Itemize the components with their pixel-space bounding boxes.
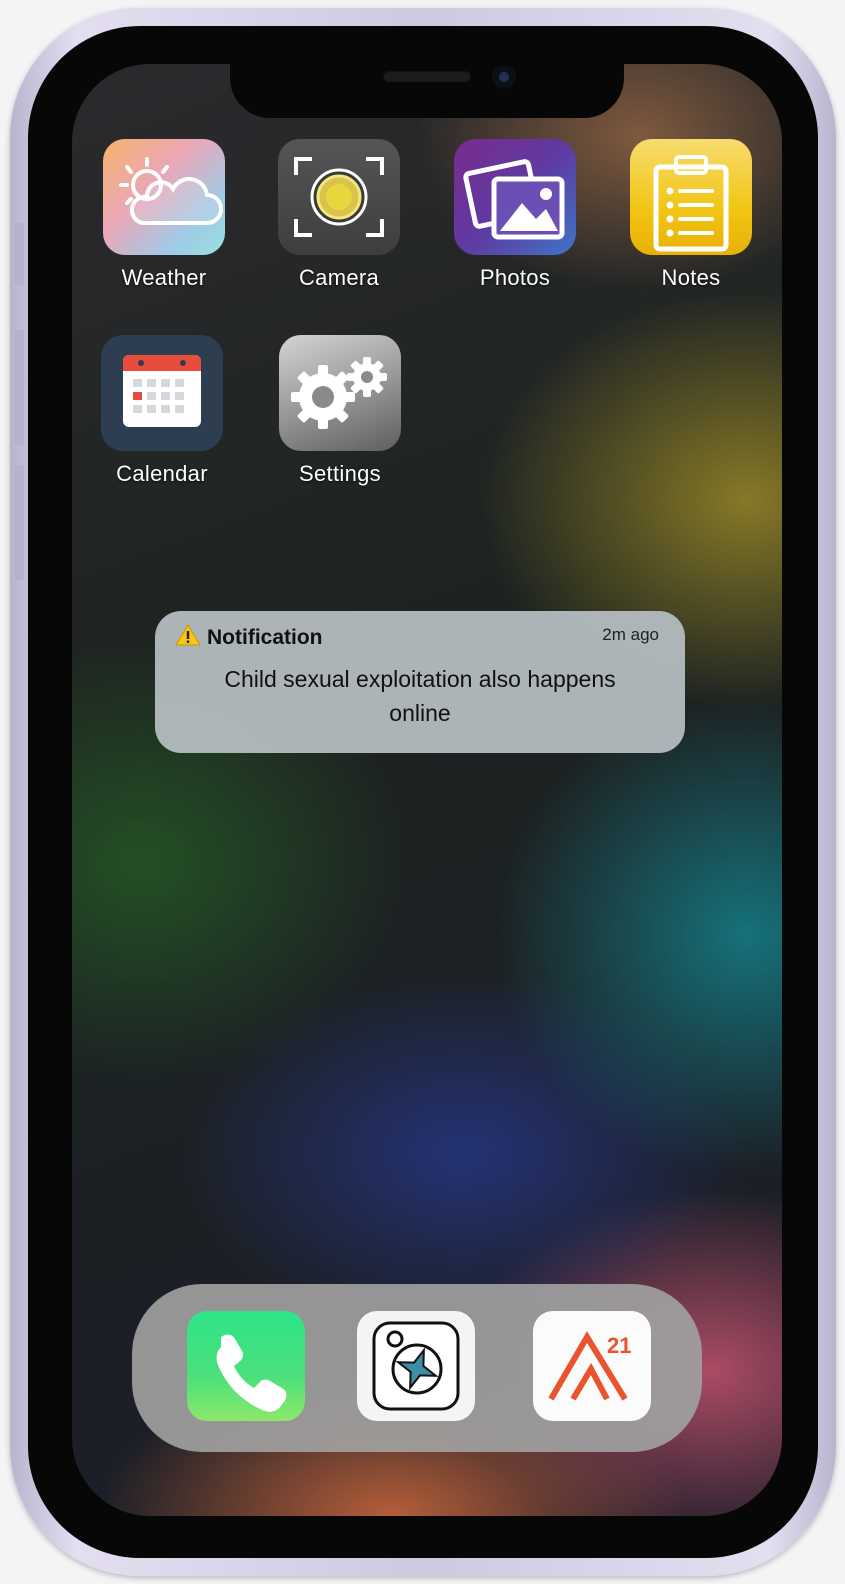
notification-time: 2m ago: [602, 625, 659, 644]
warning-icon: [175, 624, 201, 651]
a21-logo-text: 21: [607, 1333, 631, 1358]
silent-switch: [14, 223, 24, 285]
app-camera[interactable]: Camera: [264, 139, 414, 291]
app-notes[interactable]: Notes: [616, 139, 766, 291]
app-label-notes: Notes: [661, 265, 721, 290]
app-label-camera: Camera: [298, 265, 380, 290]
notification-title: Notification: [207, 625, 323, 649]
app-weather[interactable]: Weather: [89, 139, 239, 291]
notes-icon[interactable]: [630, 139, 752, 255]
photos-icon[interactable]: [454, 139, 576, 255]
app-label-photos: Photos: [479, 265, 551, 290]
app-label-weather: Weather: [121, 265, 207, 290]
weather-icon[interactable]: [103, 139, 225, 255]
notification-message: Child sexual exploitation also happens o…: [224, 666, 616, 726]
app-label-settings: Settings: [299, 461, 381, 486]
a21-logo-icon[interactable]: 21: [533, 1311, 651, 1421]
notification-banner[interactable]: Notification 2m ago Child sexual exploit…: [155, 611, 685, 753]
app-settings[interactable]: Settings: [265, 335, 415, 487]
app-calendar[interactable]: Calendar: [87, 335, 237, 487]
app-label-calendar: Calendar: [116, 461, 208, 486]
volume-down-button: [14, 465, 24, 580]
calendar-icon[interactable]: [101, 335, 223, 451]
compass-app-icon[interactable]: [357, 1311, 475, 1421]
front-camera: [492, 65, 516, 89]
volume-up-button: [14, 330, 24, 445]
phone-icon[interactable]: [187, 1311, 305, 1421]
app-photos[interactable]: Photos: [440, 139, 590, 291]
earpiece-speaker: [383, 70, 471, 82]
settings-icon[interactable]: [279, 335, 401, 451]
camera-icon[interactable]: [278, 139, 400, 255]
